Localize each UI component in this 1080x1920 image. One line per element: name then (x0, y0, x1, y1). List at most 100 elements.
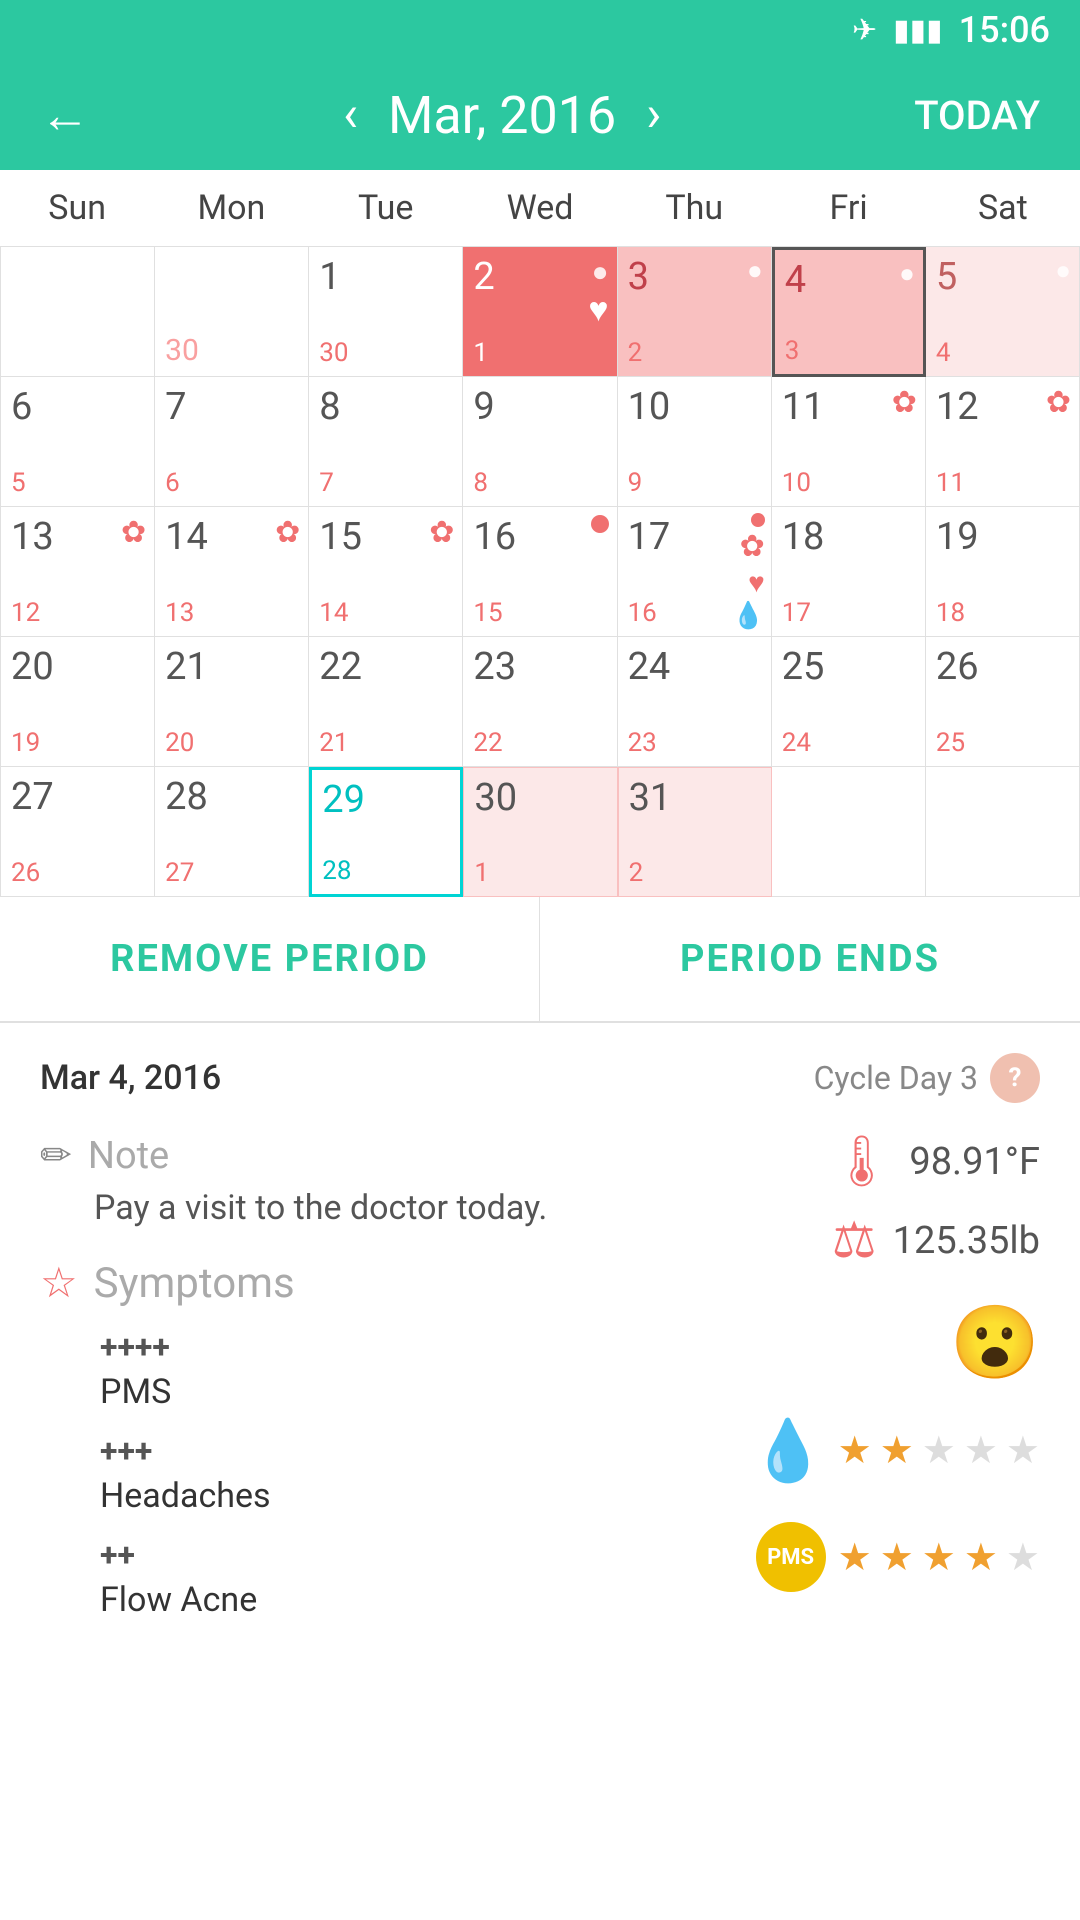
cal-cell-19[interactable]: 19 18 (926, 507, 1080, 637)
left-detail: ✏ Note Pay a visit to the doctor today. … (40, 1133, 700, 1626)
cal-cell-17[interactable]: 17 16 ✿ ♥ 💧 (618, 507, 772, 637)
pms-stars: ★ ★ ★ ★ ★ (838, 1428, 1040, 1473)
cal-cell-24[interactable]: 24 23 (618, 637, 772, 767)
cal-cell-8[interactable]: 8 7 (309, 377, 463, 507)
temperature-metric: 🌡 98.91°F (830, 1133, 1040, 1191)
day-fri: Fri (771, 170, 925, 246)
symptoms-header: ☆ Symptoms (40, 1258, 700, 1308)
detail-body: ✏ Note Pay a visit to the doctor today. … (40, 1133, 1040, 1626)
cal-cell-15[interactable]: 15 14 ✿ (309, 507, 463, 637)
cal-cell-13[interactable]: 13 12 ✿ (1, 507, 155, 637)
symptom-pms-level: ++++ (100, 1328, 700, 1366)
symptom-acne-level: ++ (100, 1536, 700, 1574)
right-detail: 🌡 98.91°F ⚖ 125.35lb 😮 💧 ★ ★ ★ ★ (700, 1133, 1040, 1626)
detail-date: Mar 4, 2016 (40, 1058, 221, 1098)
pms-rating-row: 💧 ★ ★ ★ ★ ★ (751, 1415, 1040, 1486)
temperature-value: 98.91°F (909, 1140, 1040, 1184)
star-1[interactable]: ★ (838, 1428, 872, 1473)
cal-cell-5[interactable]: 5 4 ● (926, 247, 1080, 377)
day-tue: Tue (309, 170, 463, 246)
cal-cell-20[interactable]: 20 19 (1, 637, 155, 767)
note-label: Note (88, 1134, 169, 1178)
symptom-pms-name: PMS (100, 1372, 700, 1412)
detail-header: Mar 4, 2016 Cycle Day 3 ? (40, 1053, 1040, 1103)
remove-period-button[interactable]: REMOVE PERIOD (0, 897, 540, 1021)
star-h4[interactable]: ★ (964, 1535, 998, 1580)
detail-cycle: Cycle Day 3 ? (814, 1053, 1040, 1103)
weight-value: 125.35lb (893, 1219, 1040, 1263)
cal-cell-18[interactable]: 18 17 (772, 507, 926, 637)
prev-month-button[interactable]: ‹ (343, 86, 358, 144)
day-wed: Wed (463, 170, 617, 246)
weight-metric: ⚖ 125.35lb (832, 1211, 1040, 1270)
day-thu: Thu (617, 170, 771, 246)
period-ends-button[interactable]: PERIOD ENDS (540, 897, 1080, 1021)
scale-icon: ⚖ (832, 1211, 877, 1270)
symptoms-star-icon: ☆ (40, 1258, 78, 1308)
mood-emoji[interactable]: 😮 (950, 1300, 1040, 1385)
cal-cell-12[interactable]: 12 11 ✿ (926, 377, 1080, 507)
star-h5[interactable]: ★ (1006, 1535, 1040, 1580)
cal-cell-14[interactable]: 14 13 ✿ (155, 507, 309, 637)
cal-cell-30[interactable]: 30 1 (463, 767, 617, 897)
cal-cell-6[interactable]: 6 5 (1, 377, 155, 507)
cal-cell-21[interactable]: 21 20 (155, 637, 309, 767)
star-5[interactable]: ★ (1006, 1428, 1040, 1473)
cal-cell-11[interactable]: 11 10 ✿ (772, 377, 926, 507)
cal-cell-empty3 (926, 767, 1080, 897)
day-sun: Sun (0, 170, 154, 246)
cal-cell-1[interactable]: 1 30 (309, 247, 463, 377)
note-section: ✏ Note Pay a visit to the doctor today. (40, 1133, 700, 1228)
cal-cell-16[interactable]: 16 15 (463, 507, 617, 637)
pencil-icon[interactable]: ✏ (40, 1133, 72, 1178)
day-mon: Mon (154, 170, 308, 246)
flower-icon-15: ✿ (429, 515, 454, 550)
action-buttons: REMOVE PERIOD PERIOD ENDS (0, 897, 1080, 1023)
day-headers: Sun Mon Tue Wed Thu Fri Sat (0, 170, 1080, 247)
airplane-icon: ✈ (852, 13, 877, 48)
calendar-grid: 30 1 30 2 1 ● ♥ 3 2 ● 4 3 ● 5 4 ● 6 5 (0, 247, 1080, 897)
next-month-button[interactable]: › (646, 86, 661, 144)
cal-cell-9[interactable]: 9 8 (463, 377, 617, 507)
cal-cell-2[interactable]: 2 1 ● ♥ (463, 247, 617, 377)
back-button[interactable]: ← (40, 86, 90, 145)
cycle-help-badge[interactable]: ? (990, 1053, 1040, 1103)
cal-cell-4[interactable]: 4 3 ● (772, 247, 926, 377)
cycle-day-label: Cycle Day 3 (814, 1059, 978, 1097)
note-header: ✏ Note (40, 1133, 700, 1178)
battery-icon: ▮▮▮ (893, 13, 943, 48)
cal-cell-27[interactable]: 27 26 (1, 767, 155, 897)
pms-drop-icon: 💧 (751, 1415, 826, 1486)
star-h2[interactable]: ★ (880, 1535, 914, 1580)
cal-cell-31[interactable]: 31 2 (618, 767, 772, 897)
cal-cell-26[interactable]: 26 25 (926, 637, 1080, 767)
cal-cell-23[interactable]: 23 22 (463, 637, 617, 767)
status-bar: ✈ ▮▮▮ 15:06 (0, 0, 1080, 60)
status-time: 15:06 (959, 9, 1050, 51)
star-h3[interactable]: ★ (922, 1535, 956, 1580)
pms-badge: PMS (756, 1522, 826, 1592)
star-2[interactable]: ★ (880, 1428, 914, 1473)
cal-cell-29[interactable]: 29 28 (309, 767, 463, 897)
cal-cell-prev30[interactable]: 30 (155, 247, 309, 377)
cal-cell-22[interactable]: 22 21 (309, 637, 463, 767)
cal-cell-7[interactable]: 7 6 (155, 377, 309, 507)
star-4[interactable]: ★ (964, 1428, 998, 1473)
cal-cell-empty[interactable] (1, 247, 155, 377)
cal-cell-10[interactable]: 10 9 (618, 377, 772, 507)
detail-section: Mar 4, 2016 Cycle Day 3 ? ✏ Note Pay a v… (0, 1023, 1080, 1656)
day-sat: Sat (926, 170, 1080, 246)
symptoms-section: ☆ Symptoms ++++ PMS +++ Headaches (40, 1258, 700, 1620)
calendar-header: ← ‹ Mar, 2016 › TODAY (0, 60, 1080, 170)
month-title: Mar, 2016 (388, 85, 616, 146)
status-icons: ✈ ▮▮▮ 15:06 (852, 9, 1050, 51)
today-button[interactable]: TODAY (914, 92, 1040, 139)
cal-cell-25[interactable]: 25 24 (772, 637, 926, 767)
headache-stars: ★ ★ ★ ★ ★ (838, 1535, 1040, 1580)
star-h1[interactable]: ★ (838, 1535, 872, 1580)
cal-cell-28[interactable]: 28 27 (155, 767, 309, 897)
flower-icon-11: ✿ (892, 385, 917, 420)
star-3[interactable]: ★ (922, 1428, 956, 1473)
cal-cell-3[interactable]: 3 2 ● (618, 247, 772, 377)
symptom-acne-name: Flow Acne (100, 1580, 700, 1620)
